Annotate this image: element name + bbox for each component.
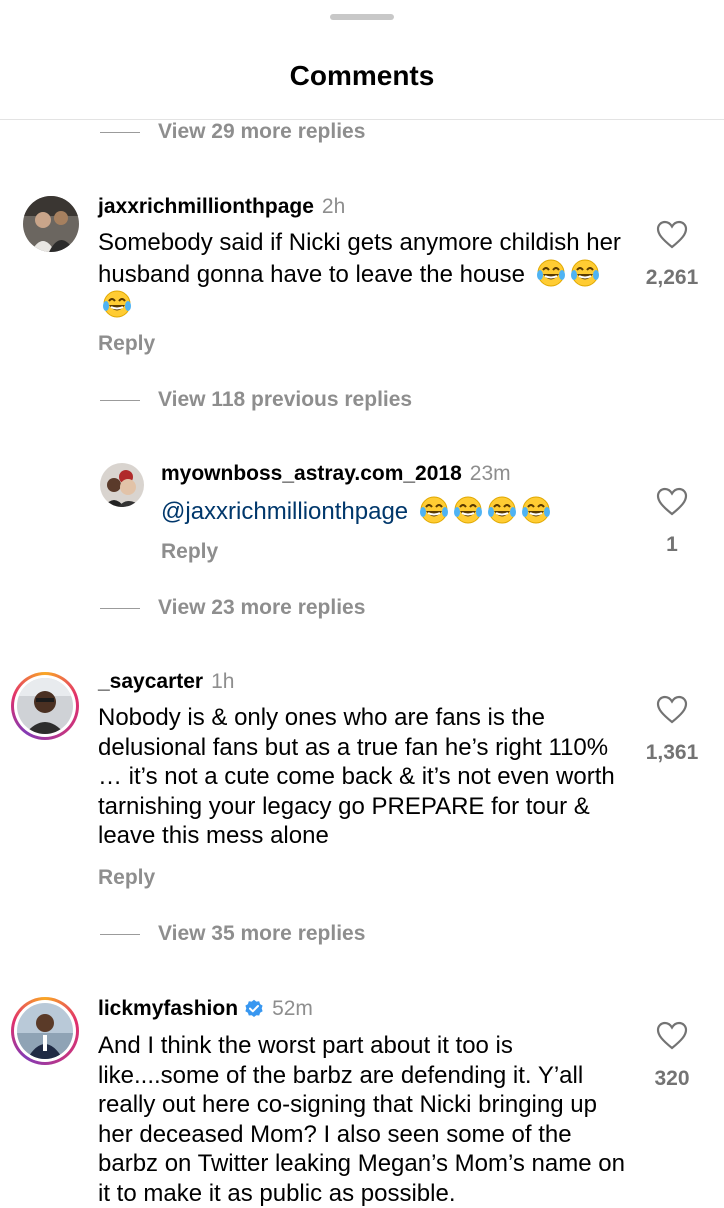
thread-line (100, 607, 140, 609)
view-more-replies-button[interactable]: View 23 more replies (100, 596, 365, 620)
drag-handle[interactable] (330, 14, 394, 20)
reply-text: @jaxxrichmillionthpage (161, 495, 621, 527)
heart-icon[interactable] (656, 220, 688, 250)
comment-text: Somebody said if Nicki gets anymore chil… (98, 228, 628, 321)
username-link[interactable]: jaxxrichmillionthpage (98, 195, 314, 219)
reply-username[interactable]: myownboss_astray.com_2018 23m (161, 462, 511, 486)
comment-text: Nobody is & only ones who are fans is th… (98, 704, 615, 849)
view-more-replies-label: View 35 more replies (158, 922, 366, 945)
comment-time: 2h (321, 195, 346, 218)
view-previous-replies-button[interactable]: View 118 previous replies (100, 388, 412, 412)
page-title: Comments (289, 60, 435, 91)
comment-username[interactable]: jaxxrichmillionthpage 2h (98, 195, 345, 219)
like-count: 2,261 (645, 266, 699, 289)
comment-username[interactable]: _saycarter 1h (98, 670, 234, 694)
view-more-replies-label: View 29 more replies (158, 120, 366, 143)
reply-button[interactable]: Reply (98, 866, 155, 890)
tears-of-joy-emoji-icon (453, 496, 482, 524)
tears-of-joy-emoji-icon (521, 496, 550, 524)
comment-time: 1h (211, 670, 235, 693)
like-count: 1,361 (645, 741, 699, 764)
like-count: 1 (666, 533, 678, 556)
tears-of-joy-emoji-icon (536, 259, 565, 286)
thread-line (100, 399, 140, 401)
comment-username[interactable]: lickmyfashion 52m (98, 997, 313, 1021)
avatar[interactable] (11, 672, 79, 740)
thread-line (100, 933, 140, 935)
view-previous-replies-label: View 118 previous replies (158, 388, 413, 411)
reply-button[interactable]: Reply (161, 540, 218, 564)
comment-text: And I think the worst part about it too … (98, 1032, 625, 1207)
thread-line (100, 131, 140, 133)
avatar[interactable] (23, 196, 79, 252)
reply-button[interactable]: Reply (98, 332, 155, 356)
heart-icon[interactable] (656, 1021, 688, 1051)
like-count: 320 (654, 1067, 690, 1090)
tears-of-joy-emoji-icon (419, 496, 448, 524)
avatar[interactable] (11, 997, 79, 1065)
tears-of-joy-emoji-icon (103, 290, 131, 318)
view-more-replies-button[interactable]: View 35 more replies (100, 922, 365, 946)
tears-of-joy-emoji-icon (487, 496, 516, 524)
verified-badge-icon (245, 999, 263, 1017)
comments-sheet: Comments View 29 more replies jaxxrichmi… (0, 0, 724, 1207)
avatar[interactable] (100, 463, 144, 507)
username-link[interactable]: myownboss_astray.com_2018 (161, 462, 462, 486)
comment-time: 52m (272, 997, 313, 1020)
mention-link[interactable]: @jaxxrichmillionthpage (161, 498, 408, 525)
view-more-replies-button[interactable]: View 29 more replies (100, 120, 365, 144)
username-link[interactable]: lickmyfashion (98, 997, 238, 1021)
reply-time: 23m (469, 462, 511, 485)
tears-of-joy-emoji-icon (570, 259, 599, 286)
heart-icon[interactable] (656, 695, 688, 725)
username-link[interactable]: _saycarter (98, 670, 203, 694)
heart-icon[interactable] (656, 487, 688, 517)
view-more-replies-label: View 23 more replies (158, 596, 366, 619)
